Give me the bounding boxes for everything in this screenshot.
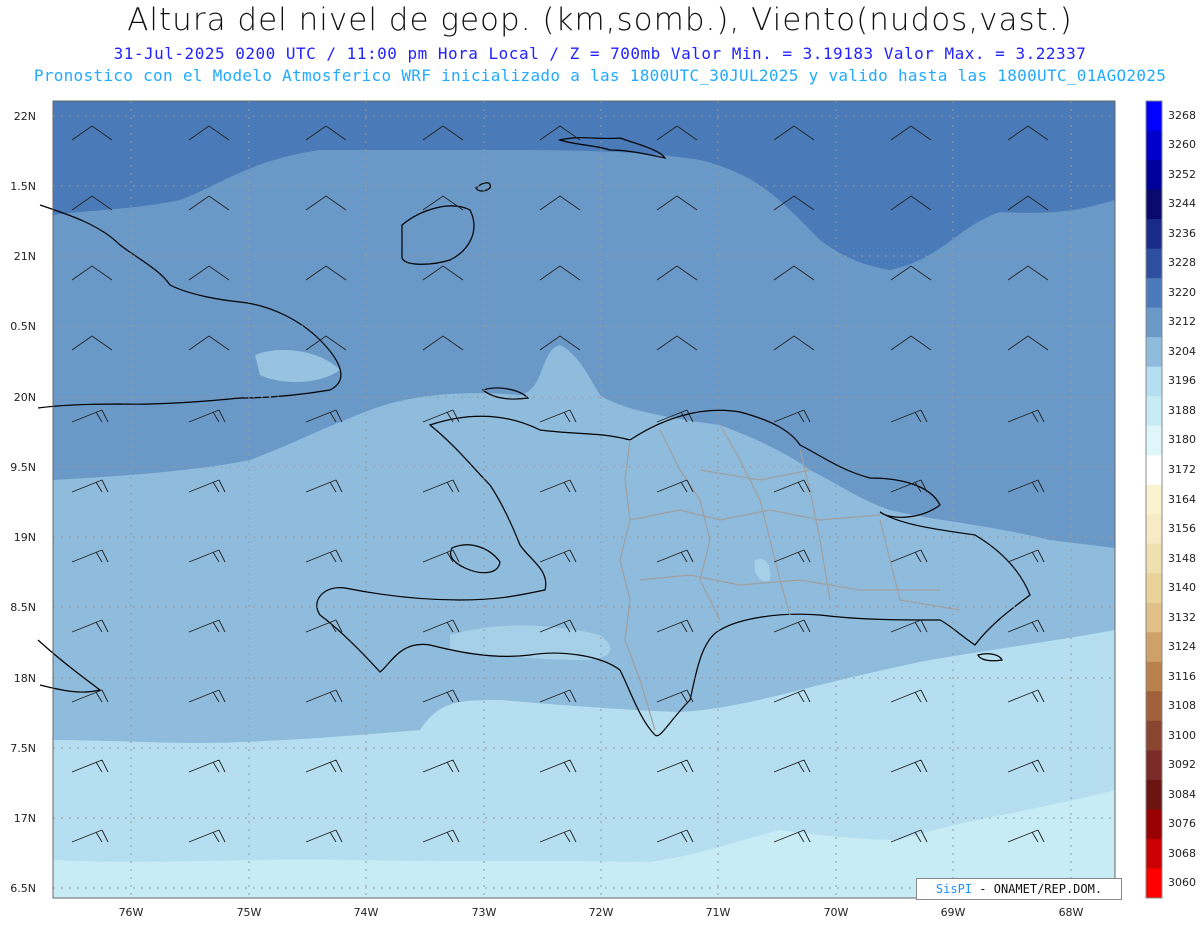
lat-label: 18N bbox=[13, 672, 36, 685]
forecast-map bbox=[37, 100, 1163, 899]
credit-text: - ONAMET/REP.DOM. bbox=[979, 882, 1103, 896]
colorbar-label: 3204 bbox=[1168, 344, 1196, 358]
lon-label: 69W bbox=[940, 906, 966, 919]
lon-label: 70W bbox=[823, 906, 849, 919]
colorbar-label: 3268 bbox=[1168, 108, 1196, 122]
colorbar-label: 3180 bbox=[1168, 433, 1196, 447]
colorbar-swatch bbox=[1146, 779, 1162, 810]
colorbar-swatch bbox=[1146, 809, 1162, 840]
colorbar-label: 3188 bbox=[1168, 403, 1196, 417]
lon-label: 74W bbox=[353, 906, 379, 919]
colorbar-swatch bbox=[1146, 484, 1162, 515]
lat-label: 19N bbox=[13, 531, 36, 544]
colorbar-swatch bbox=[1146, 750, 1162, 781]
colorbar-swatch bbox=[1146, 543, 1162, 574]
colorbar-label: 3132 bbox=[1168, 610, 1196, 624]
colorbar-label: 3252 bbox=[1168, 167, 1196, 181]
lat-label: 9.5N bbox=[10, 461, 36, 474]
lat-label: 0.5N bbox=[10, 320, 36, 333]
lon-label: 76W bbox=[118, 906, 144, 919]
lat-label: 7.5N bbox=[10, 742, 36, 755]
colorbar-swatch bbox=[1146, 661, 1162, 692]
colorbar-swatch bbox=[1146, 278, 1162, 309]
lat-label: 20N bbox=[13, 391, 36, 404]
colorbar-swatch bbox=[1146, 160, 1162, 191]
colorbar-swatch bbox=[1146, 720, 1162, 751]
map-subtitle-valid-time: 31-Jul-2025 0200 UTC / 11:00 pm Hora Loc… bbox=[113, 44, 1087, 63]
sispi-logo: SisPI bbox=[935, 882, 973, 896]
colorbar-swatch bbox=[1146, 455, 1162, 486]
colorbar-label: 3148 bbox=[1168, 551, 1196, 565]
lat-label: 17N bbox=[13, 812, 36, 825]
colorbar-label: 3140 bbox=[1168, 581, 1196, 595]
colorbar bbox=[1145, 100, 1163, 899]
colorbar-label: 3068 bbox=[1168, 846, 1196, 860]
colorbar-swatch bbox=[1146, 101, 1162, 132]
colorbar-label: 3156 bbox=[1168, 522, 1196, 536]
colorbar-swatch bbox=[1146, 189, 1162, 220]
colorbar-label: 3260 bbox=[1168, 138, 1196, 152]
colorbar-label: 3060 bbox=[1168, 876, 1196, 890]
colorbar-swatch bbox=[1146, 219, 1162, 250]
colorbar-swatch bbox=[1146, 337, 1162, 368]
colorbar-label: 3124 bbox=[1168, 640, 1196, 654]
colorbar-label: 3108 bbox=[1168, 699, 1196, 713]
colorbar-label: 3084 bbox=[1168, 787, 1196, 801]
colorbar-swatch bbox=[1146, 425, 1162, 456]
colorbar-label: 3092 bbox=[1168, 758, 1196, 772]
colorbar-swatch bbox=[1146, 307, 1162, 338]
colorbar-swatch bbox=[1146, 691, 1162, 722]
colorbar-label: 3100 bbox=[1168, 728, 1196, 742]
lon-label: 72W bbox=[588, 906, 614, 919]
lon-label: 73W bbox=[471, 906, 497, 919]
colorbar-swatch bbox=[1146, 396, 1162, 427]
colorbar-swatch bbox=[1146, 130, 1162, 161]
colorbar-swatch bbox=[1146, 602, 1162, 633]
lat-label: 22N bbox=[13, 110, 36, 123]
lat-label: 21N bbox=[13, 250, 36, 263]
colorbar-label: 3212 bbox=[1168, 315, 1196, 329]
colorbar-label: 3076 bbox=[1168, 817, 1196, 831]
lon-label: 68W bbox=[1058, 906, 1084, 919]
colorbar-label: 3164 bbox=[1168, 492, 1196, 506]
colorbar-label: 3236 bbox=[1168, 226, 1196, 240]
colorbar-label: 3196 bbox=[1168, 374, 1196, 388]
colorbar-label: 3172 bbox=[1168, 462, 1196, 476]
map-subtitle-model-info: Pronostico con el Modelo Atmosferico WRF… bbox=[33, 66, 1167, 85]
colorbar-swatch bbox=[1146, 366, 1162, 397]
colorbar-label: 3244 bbox=[1168, 197, 1196, 211]
lon-label: 71W bbox=[705, 906, 731, 919]
colorbar-swatch bbox=[1146, 248, 1162, 279]
colorbar-label: 3228 bbox=[1168, 256, 1196, 270]
colorbar-swatch bbox=[1146, 514, 1162, 545]
colorbar-swatch bbox=[1146, 868, 1162, 899]
lat-label: 6.5N bbox=[10, 882, 36, 895]
colorbar-swatch bbox=[1146, 632, 1162, 663]
credit-box: SisPI - ONAMET/REP.DOM. bbox=[916, 878, 1122, 900]
lat-label: 8.5N bbox=[10, 601, 36, 614]
colorbar-label: 3220 bbox=[1168, 285, 1196, 299]
colorbar-swatch bbox=[1146, 573, 1162, 604]
colorbar-swatch bbox=[1146, 838, 1162, 869]
lon-label: 75W bbox=[236, 906, 262, 919]
lat-label: 1.5N bbox=[10, 180, 36, 193]
colorbar-label: 3116 bbox=[1168, 669, 1196, 683]
map-title: Altura del nivel de geop. (km,somb.), Vi… bbox=[127, 2, 1073, 38]
